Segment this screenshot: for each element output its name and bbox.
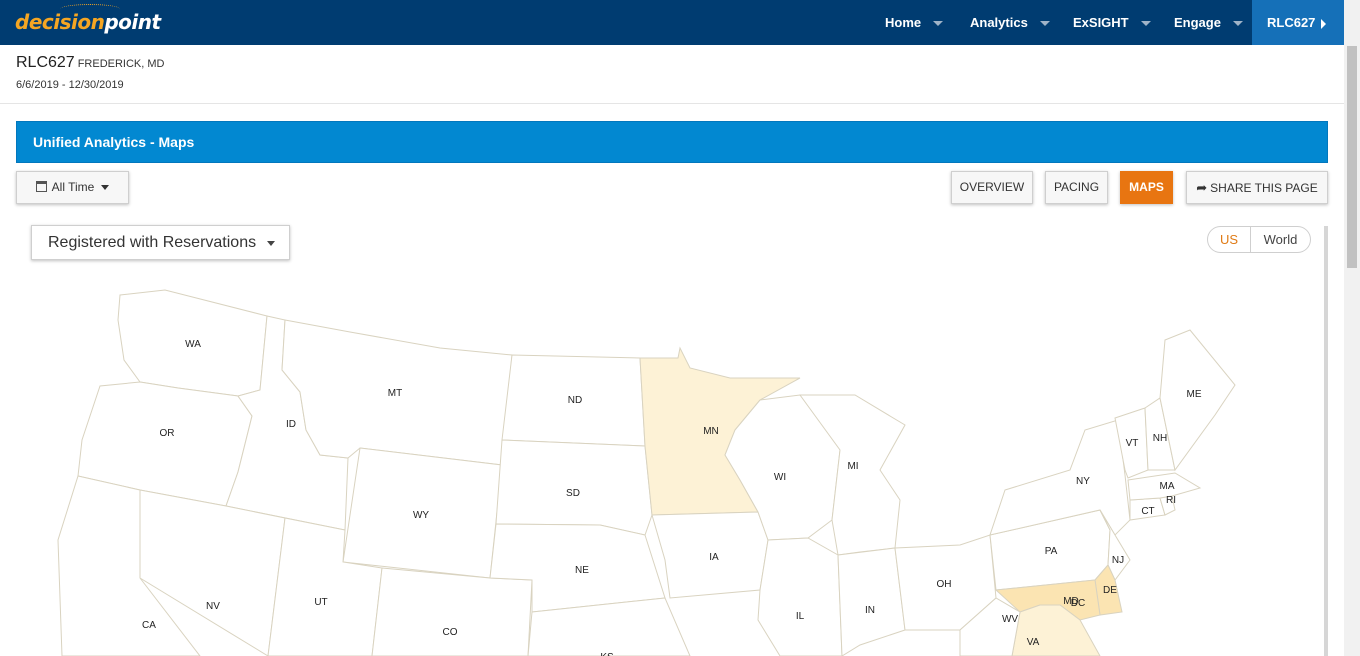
label-sd: SD [566,488,580,499]
caret-down-icon [267,241,275,246]
label-dc: DC [1071,598,1085,609]
state-me[interactable] [1159,329,1236,472]
metric-dropdown[interactable]: Registered with Reservations [31,225,290,260]
label-de: DE [1103,585,1117,596]
label-id: ID [286,419,296,430]
state-ny[interactable] [989,419,1131,536]
label-ne: NE [575,565,589,576]
state-in[interactable] [837,547,906,656]
page-scrollbar[interactable] [1344,0,1360,656]
label-ct: CT [1141,506,1154,517]
label-ma: MA [1160,481,1175,492]
label-ks: KS [600,652,614,656]
label-wv: WV [1002,614,1018,625]
label-mn: MN [703,426,719,437]
label-co: CO [443,627,458,638]
label-nd: ND [568,395,582,406]
metric-label: Registered with Reservations [48,234,257,251]
region-toggle: US World [1207,226,1311,253]
label-pa: PA [1045,546,1058,557]
label-oh: OH [937,579,952,590]
label-wi: WI [774,472,786,483]
label-ia: IA [709,552,719,563]
label-or: OR [160,428,175,439]
label-ri: RI [1166,495,1176,506]
label-wa: WA [185,339,201,350]
label-wy: WY [413,510,429,521]
label-mi: MI [847,461,858,472]
scrollbar-thumb[interactable] [1347,46,1357,268]
state-co[interactable] [371,567,533,656]
toggle-us[interactable]: US [1208,227,1251,252]
label-va: VA [1027,637,1040,648]
toggle-world[interactable]: World [1251,227,1310,252]
label-ca: CA [142,620,156,631]
label-nj: NJ [1112,555,1124,566]
label-in: IN [865,605,875,616]
label-nh: NH [1153,433,1167,444]
us-map[interactable]: WA OR ID MT ND MN SD WY WI MI IA NE NV U… [0,0,1340,656]
label-me: ME [1187,389,1202,400]
label-ut: UT [314,597,327,608]
label-il: IL [796,611,805,622]
label-nv: NV [206,601,220,612]
label-mt: MT [388,388,402,399]
state-il[interactable] [757,537,843,656]
label-vt: VT [1126,438,1139,449]
label-ny: NY [1076,476,1090,487]
